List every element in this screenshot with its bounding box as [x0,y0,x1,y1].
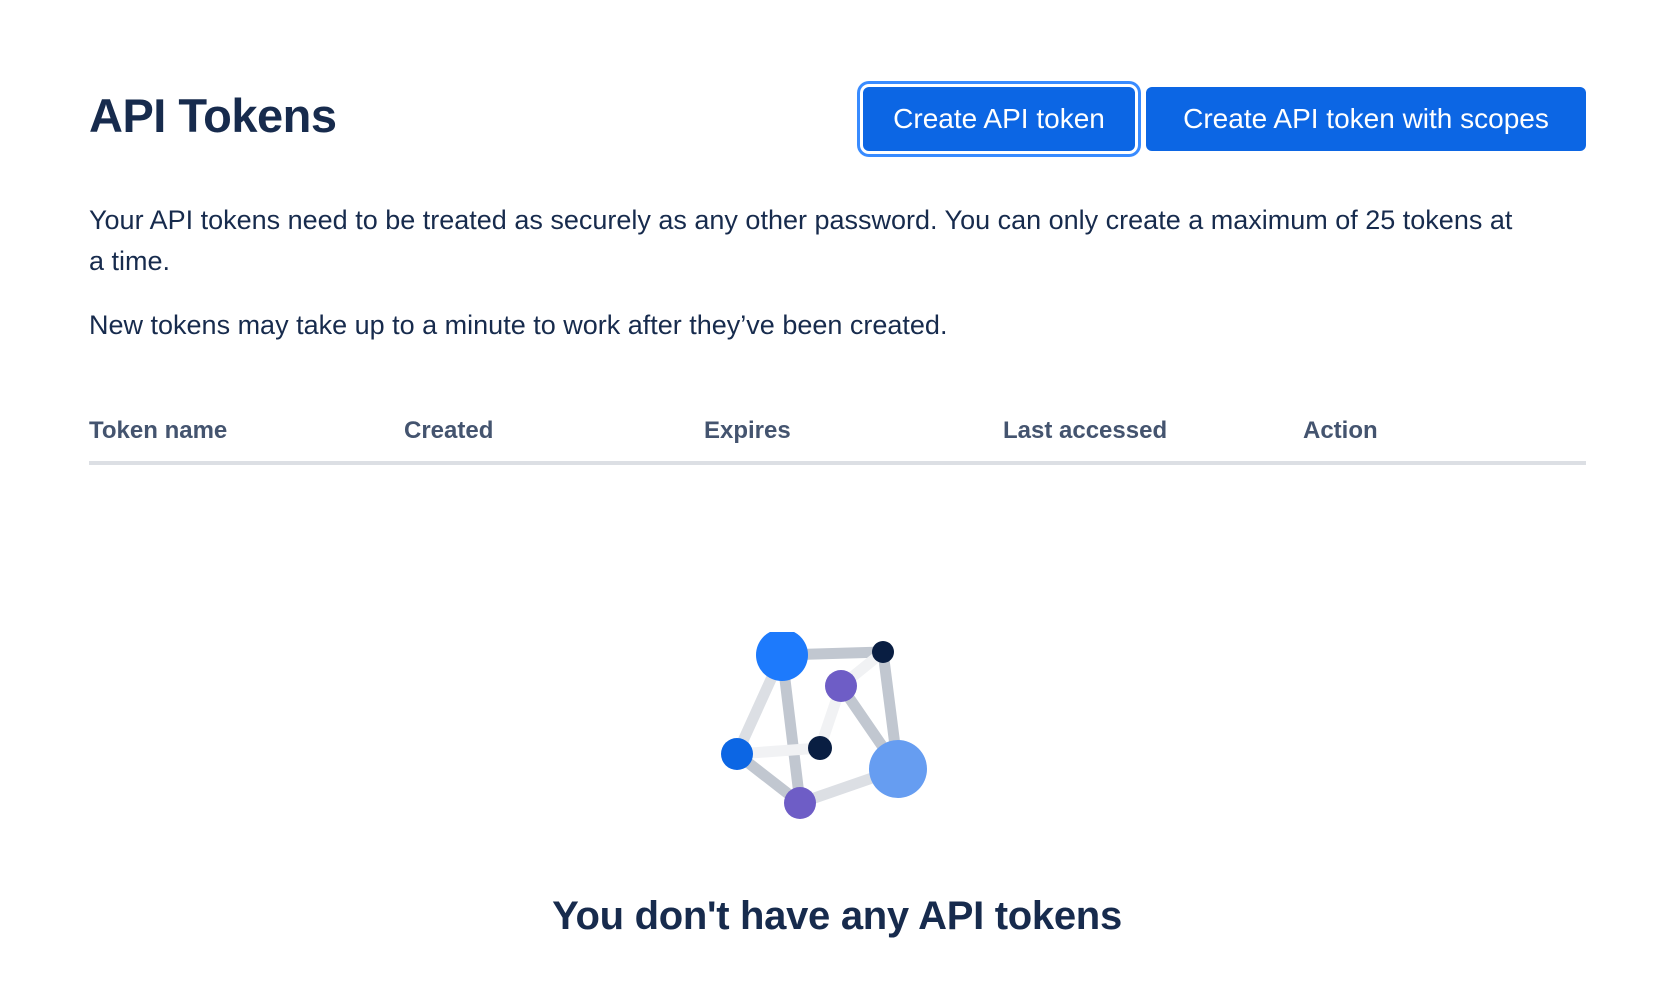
create-api-token-with-scopes-button[interactable]: Create API token with scopes [1146,87,1586,151]
network-nodes-illustration [721,632,927,819]
node-large-blue [756,632,808,681]
create-api-token-button[interactable]: Create API token [863,87,1135,151]
page-title: API Tokens [89,89,337,142]
column-header-action: Action [1303,417,1378,444]
column-header-created: Created [404,417,494,444]
node-navy-center [808,736,832,760]
activation-notice: New tokens may take up to a minute to wo… [89,310,948,340]
node-navy-top [872,641,894,663]
node-purple-bottom [784,787,816,819]
node-purple-top [825,670,857,702]
column-header-token-name: Token name [89,417,228,444]
node-blue-left [721,738,753,770]
tokens-table-header: Token name Created Expires Last accessed… [89,415,1586,465]
node-light-blue [869,740,927,798]
column-header-expires: Expires [704,417,791,444]
column-header-last-accessed: Last accessed [1003,417,1168,444]
empty-state-message: You don't have any API tokens [552,894,1122,938]
security-notice: Your API tokens need to be treated as se… [89,205,1513,276]
